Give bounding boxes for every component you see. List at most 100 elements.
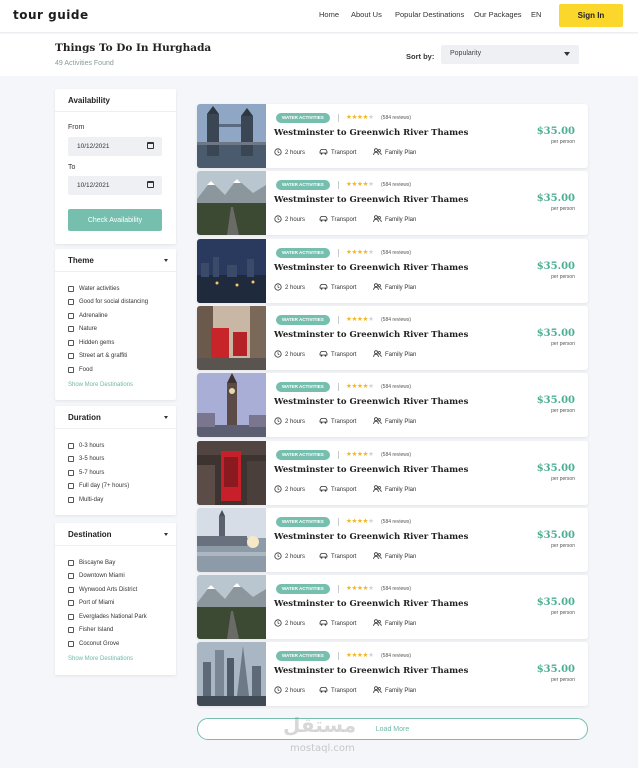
theme-title[interactable]: Theme xyxy=(68,256,94,265)
star-rating: ★★★★★ xyxy=(346,518,374,525)
checkbox[interactable] xyxy=(68,367,74,373)
to-date-input[interactable]: 10/12/2021 xyxy=(68,176,162,195)
clock-icon xyxy=(274,350,285,360)
destination-option[interactable]: Port of Miami xyxy=(68,598,114,608)
activity-image[interactable] xyxy=(197,373,266,437)
activity-card[interactable]: WATER ACTIVITIES ★★★★★ (584 reviews) Wes… xyxy=(197,508,588,572)
family-icon xyxy=(373,619,385,629)
activity-title[interactable]: Westminster to Greenwich River Thames xyxy=(274,263,468,273)
destination-option[interactable]: Wynwood Arts District xyxy=(68,585,137,595)
checkbox[interactable] xyxy=(68,299,74,305)
activity-card[interactable]: WATER ACTIVITIES ★★★★★ (584 reviews) Wes… xyxy=(197,642,588,706)
language-selector[interactable]: EN xyxy=(531,10,541,19)
destination-option[interactable]: Downtown Miami xyxy=(68,571,125,581)
activity-card[interactable]: WATER ACTIVITIES ★★★★★ (584 reviews) Wes… xyxy=(197,441,588,505)
activity-title[interactable]: Westminster to Greenwich River Thames xyxy=(274,195,468,205)
activity-image[interactable] xyxy=(197,104,266,168)
show-more-themes-link[interactable]: Show More Destinations xyxy=(68,382,133,388)
nav-home[interactable]: Home xyxy=(319,10,339,19)
destination-option[interactable]: Biscayne Bay xyxy=(68,558,115,568)
checkbox[interactable] xyxy=(68,560,74,566)
duration-option[interactable]: Multi-day xyxy=(68,495,103,505)
duration-option[interactable]: 5-7 hours xyxy=(68,468,104,478)
checkbox[interactable] xyxy=(68,573,74,579)
activity-title[interactable]: Westminster to Greenwich River Thames xyxy=(274,599,468,609)
sort-dropdown[interactable]: Popularity xyxy=(441,45,579,64)
theme-option[interactable]: Nature xyxy=(68,324,97,334)
activity-title[interactable]: Westminster to Greenwich River Thames xyxy=(274,532,468,542)
activity-image[interactable] xyxy=(197,441,266,505)
checkbox[interactable] xyxy=(68,456,74,462)
checkbox[interactable] xyxy=(68,614,74,620)
theme-option[interactable]: Food xyxy=(68,365,93,375)
activity-card[interactable]: WATER ACTIVITIES ★★★★★ (584 reviews) Wes… xyxy=(197,171,588,235)
duration-option[interactable]: 3-5 hours xyxy=(68,454,104,464)
activity-card[interactable]: WATER ACTIVITIES ★★★★★ (584 reviews) Wes… xyxy=(197,306,588,370)
category-badge: WATER ACTIVITIES xyxy=(276,113,330,123)
activity-title[interactable]: Westminster to Greenwich River Thames xyxy=(274,666,468,676)
duration-title[interactable]: Duration xyxy=(68,413,101,422)
activity-title[interactable]: Westminster to Greenwich River Thames xyxy=(274,465,468,475)
chevron-down-icon[interactable] xyxy=(164,259,168,262)
chevron-down-icon xyxy=(564,52,570,56)
checkbox[interactable] xyxy=(68,470,74,476)
destination-option[interactable]: Fisher Island xyxy=(68,625,113,635)
checkbox[interactable] xyxy=(68,443,74,449)
theme-option[interactable]: Good for social distancing xyxy=(68,297,148,307)
destination-option[interactable]: Everglades National Park xyxy=(68,612,147,622)
transport-info: Transport xyxy=(319,485,356,495)
theme-option[interactable]: Hidden gems xyxy=(68,338,114,348)
price-unit: per person xyxy=(551,677,575,683)
checkbox[interactable] xyxy=(68,353,74,359)
checkbox[interactable] xyxy=(68,627,74,633)
checkbox[interactable] xyxy=(68,340,74,346)
duration-info: 2 hours xyxy=(274,350,305,360)
activity-image[interactable] xyxy=(197,171,266,235)
checkbox[interactable] xyxy=(68,600,74,606)
checkbox[interactable] xyxy=(68,587,74,593)
activity-image[interactable] xyxy=(197,508,266,572)
theme-option[interactable]: Water activities xyxy=(68,284,119,294)
calendar-icon[interactable] xyxy=(147,142,154,149)
duration-option[interactable]: 0-3 hours xyxy=(68,441,104,451)
check-availability-button[interactable]: Check Availability xyxy=(68,209,162,231)
show-more-destinations-link[interactable]: Show More Destinations xyxy=(68,656,133,662)
checkbox[interactable] xyxy=(68,313,74,319)
checkbox[interactable] xyxy=(68,497,74,503)
activity-title[interactable]: Westminster to Greenwich River Thames xyxy=(274,330,468,340)
activity-image[interactable] xyxy=(197,575,266,639)
theme-option[interactable]: Adrenaline xyxy=(68,311,108,321)
nav-popular-destinations[interactable]: Popular Destinations xyxy=(395,10,464,19)
theme-option[interactable]: Street art & graffiti xyxy=(68,351,127,361)
activity-image[interactable] xyxy=(197,239,266,303)
activity-title[interactable]: Westminster to Greenwich River Thames xyxy=(274,128,468,138)
logo[interactable]: tour guide xyxy=(13,8,89,22)
activity-card[interactable]: WATER ACTIVITIES ★★★★★ (584 reviews) Wes… xyxy=(197,239,588,303)
sign-in-button[interactable]: Sign In xyxy=(559,4,623,27)
activity-image[interactable] xyxy=(197,642,266,706)
chevron-down-icon[interactable] xyxy=(164,533,168,536)
checkbox[interactable] xyxy=(68,326,74,332)
divider xyxy=(338,181,339,189)
load-more-button[interactable]: Load More xyxy=(197,718,588,740)
activity-title[interactable]: Westminster to Greenwich River Thames xyxy=(274,397,468,407)
destination-panel: Destination Biscayne Bay Downtown Miami … xyxy=(55,523,176,675)
price: $35.00 xyxy=(536,664,575,675)
price-unit: per person xyxy=(551,139,575,145)
from-date-input[interactable]: 10/12/2021 xyxy=(68,137,162,156)
duration-option[interactable]: Full day (7+ hours) xyxy=(68,481,129,491)
checkbox[interactable] xyxy=(68,286,74,292)
checkbox[interactable] xyxy=(68,641,74,647)
nav-about-us[interactable]: About Us xyxy=(351,10,382,19)
checkbox[interactable] xyxy=(68,483,74,489)
chevron-down-icon[interactable] xyxy=(164,416,168,419)
activity-card[interactable]: WATER ACTIVITIES ★★★★★ (584 reviews) Wes… xyxy=(197,373,588,437)
destination-title[interactable]: Destination xyxy=(68,530,112,539)
category-badge: WATER ACTIVITIES xyxy=(276,517,330,527)
activity-card[interactable]: WATER ACTIVITIES ★★★★★ (584 reviews) Wes… xyxy=(197,575,588,639)
nav-our-packages[interactable]: Our Packages xyxy=(474,10,522,19)
calendar-icon[interactable] xyxy=(147,181,154,188)
activity-image[interactable] xyxy=(197,306,266,370)
destination-option[interactable]: Coconut Grove xyxy=(68,639,119,649)
activity-card[interactable]: WATER ACTIVITIES ★★★★★ (584 reviews) Wes… xyxy=(197,104,588,168)
